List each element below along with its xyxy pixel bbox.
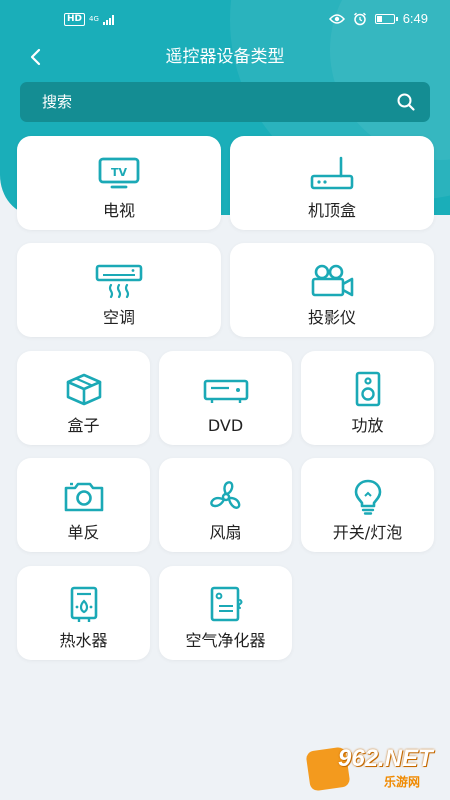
device-label: 投影仪 xyxy=(307,308,356,327)
speaker-icon xyxy=(355,371,380,407)
device-card-set-top-box[interactable]: 机顶盒 xyxy=(230,136,434,230)
projector-icon xyxy=(311,264,354,297)
device-label: 空气净化器 xyxy=(185,631,266,650)
device-card-box[interactable]: 盒子 xyxy=(17,351,150,445)
watermark-number: 962 xyxy=(338,745,379,772)
device-card-tv[interactable]: TV 电视 xyxy=(17,136,221,230)
dvd-player-icon xyxy=(203,379,248,403)
device-card-switch-light[interactable]: 开关/灯泡 xyxy=(301,458,434,552)
device-label: 盒子 xyxy=(67,416,100,435)
set-top-box-icon xyxy=(310,156,354,190)
water-heater-icon xyxy=(70,586,97,622)
device-card-fan[interactable]: 风扇 xyxy=(159,458,292,552)
device-grid: TV 电视 机顶盒 空调 投影仪 盒子 DVD 功放 单反 风扇 开关/灯泡 热… xyxy=(0,0,450,800)
device-label: 机顶盒 xyxy=(307,201,356,220)
device-label: 热水器 xyxy=(59,631,108,650)
air-conditioner-icon xyxy=(95,264,143,299)
device-label: 功放 xyxy=(351,416,384,435)
device-label: 电视 xyxy=(102,201,135,220)
device-label: DVD xyxy=(207,416,244,435)
device-card-amplifier[interactable]: 功放 xyxy=(301,351,434,445)
device-card-dvd[interactable]: DVD xyxy=(159,351,292,445)
light-bulb-icon xyxy=(354,479,381,515)
fan-icon xyxy=(209,481,240,509)
camera-icon xyxy=(64,482,103,512)
svg-text:TV: TV xyxy=(111,166,128,179)
device-card-water-heater[interactable]: 热水器 xyxy=(17,566,150,660)
device-label: 开关/灯泡 xyxy=(332,523,403,542)
tv-icon: TV xyxy=(98,157,140,189)
device-card-projector[interactable]: 投影仪 xyxy=(230,243,434,337)
watermark-suffix: .NET xyxy=(378,745,433,772)
device-card-camera[interactable]: 单反 xyxy=(17,458,150,552)
device-label: 风扇 xyxy=(209,523,242,542)
watermark-logo: 962.NET 乐游网 xyxy=(305,745,444,793)
device-label: 空调 xyxy=(102,308,135,327)
device-card-air-purifier[interactable]: 空气净化器 xyxy=(159,566,292,660)
device-label: 单反 xyxy=(67,523,100,542)
watermark-subtitle: 乐游网 xyxy=(384,775,421,789)
air-purifier-icon xyxy=(210,586,242,622)
watermark-text: 962.NET xyxy=(338,745,433,773)
device-card-air-conditioner[interactable]: 空调 xyxy=(17,243,221,337)
box-icon xyxy=(66,373,101,406)
